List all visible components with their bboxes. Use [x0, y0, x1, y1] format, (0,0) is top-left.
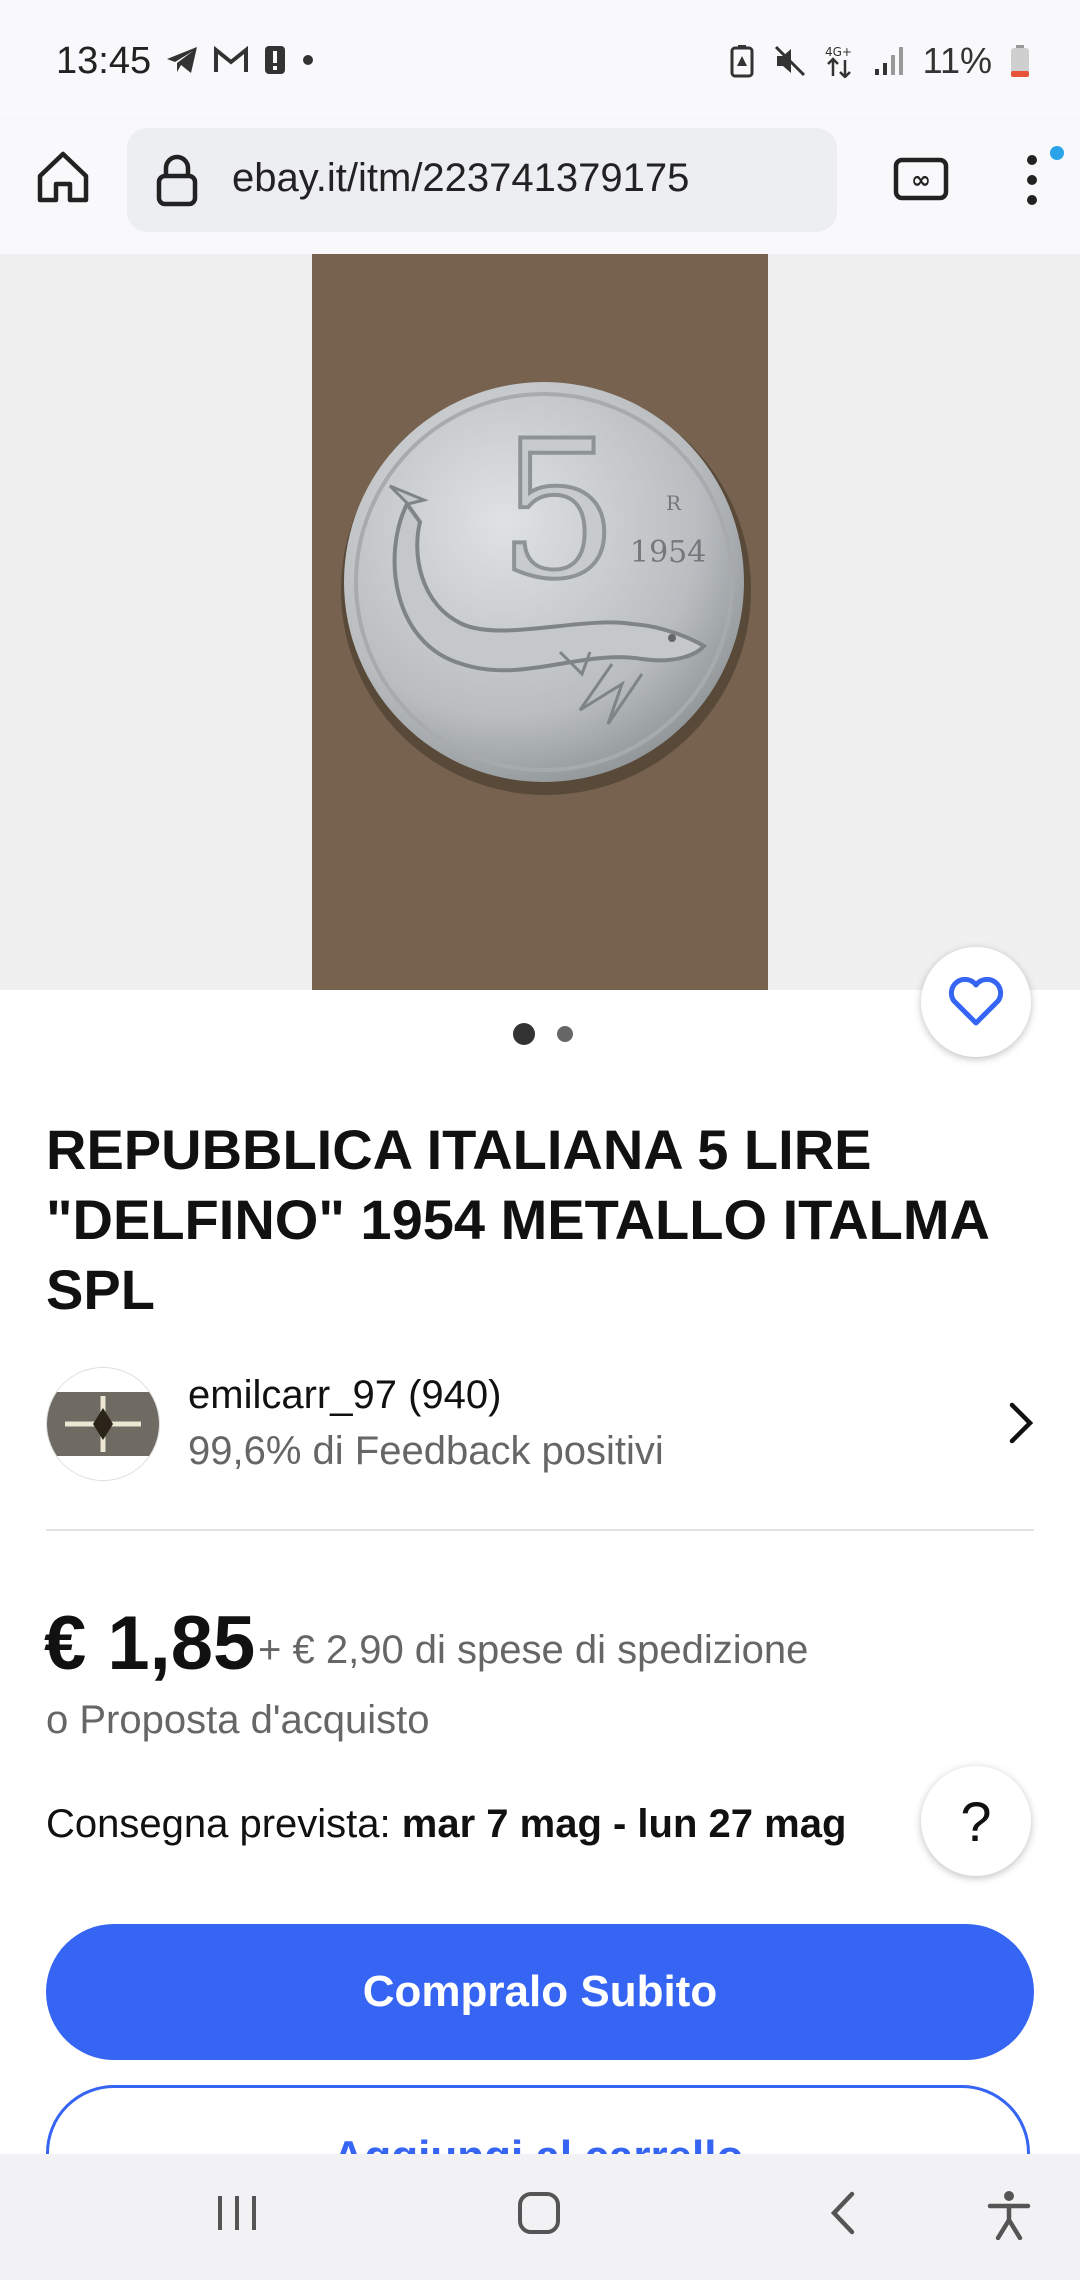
- svg-text:∞: ∞: [911, 166, 931, 194]
- seller-logo-icon: [47, 1368, 159, 1480]
- home-nav-icon[interactable]: [516, 2190, 562, 2236]
- dot-icon: [303, 55, 313, 65]
- shipping-cost: + € 2,90 di spese di spedizione: [258, 1628, 809, 1672]
- delivery-dates: mar 7 mag - lun 27 mag: [401, 1802, 847, 1846]
- help-button[interactable]: ?: [921, 1766, 1031, 1876]
- heart-icon: [948, 977, 1004, 1026]
- divider: [46, 1529, 1034, 1531]
- watch-button[interactable]: [921, 947, 1031, 1057]
- price: € 1,85: [44, 1601, 256, 1686]
- mute-icon: [774, 45, 805, 77]
- best-offer-text: o Proposta d'acquisto: [46, 1698, 430, 1742]
- delivery-label: Consegna prevista:: [46, 1802, 391, 1846]
- signal-icon: [874, 47, 903, 75]
- url-text[interactable]: ebay.it/itm/223741379175: [232, 156, 689, 201]
- pager-dot[interactable]: [557, 1026, 573, 1042]
- accessibility-icon[interactable]: [986, 2190, 1032, 2240]
- back-nav-icon[interactable]: [822, 2190, 868, 2236]
- gmail-icon: [214, 46, 248, 72]
- pager-dot-active[interactable]: [513, 1023, 535, 1045]
- seller-avatar[interactable]: [46, 1367, 160, 1481]
- coin-year: 1954: [630, 535, 706, 570]
- status-time: 13:45: [56, 40, 152, 82]
- recent-apps-icon[interactable]: [214, 2190, 260, 2236]
- system-icons: 4G+ 11%: [729, 40, 1030, 82]
- seller-feedback: 99,6% di Feedback positivi: [188, 1429, 664, 1473]
- seller-row[interactable]: emilcarr_97 (940) 99,6% di Feedback posi…: [46, 1367, 1046, 1481]
- home-icon[interactable]: [34, 148, 92, 206]
- more-menu-icon[interactable]: [1020, 148, 1044, 212]
- alert-icon: [265, 46, 285, 74]
- lock-icon: [156, 154, 198, 207]
- battery-percent: 11%: [922, 40, 992, 81]
- telegram-icon: [167, 47, 197, 73]
- battery-icon: [1011, 45, 1029, 77]
- product-photo[interactable]: 5 R 1954: [312, 254, 768, 990]
- gallery-pager[interactable]: [513, 1023, 573, 1045]
- svg-text:4G+: 4G+: [825, 45, 852, 59]
- update-badge: [1050, 146, 1064, 160]
- notification-icons: [165, 44, 315, 76]
- data-4g-icon: 4G+: [825, 45, 852, 78]
- listing-title: REPUBBLICA ITALIANA 5 LIRE "DELFINO" 195…: [46, 1118, 988, 1321]
- tab-switcher-icon[interactable]: ∞: [893, 157, 949, 201]
- buy-now-button[interactable]: Compralo Subito: [46, 1924, 1034, 2060]
- seller-name[interactable]: emilcarr_97 (940): [188, 1373, 501, 1418]
- coin-mint-mark: R: [666, 491, 682, 515]
- delivery-estimate: Consegna prevista: mar 7 mag - lun 27 ma…: [46, 1802, 846, 1847]
- coin-denomination: 5: [498, 400, 619, 621]
- battery-saver-icon: [730, 45, 754, 78]
- chevron-right-icon[interactable]: [1006, 1401, 1036, 1445]
